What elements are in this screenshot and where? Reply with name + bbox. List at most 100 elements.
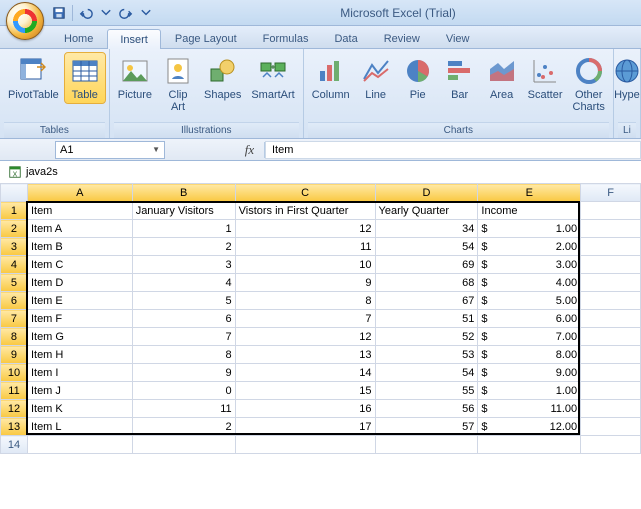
cell[interactable]: Item K [27,400,132,418]
office-button[interactable] [6,2,44,40]
col-header-B[interactable]: B [132,184,235,202]
scatter-chart-button[interactable]: Scatter [524,53,567,103]
cell[interactable]: 51 [375,310,478,328]
cell[interactable]: 68 [375,274,478,292]
cell[interactable] [581,436,641,454]
cell[interactable]: Item F [27,310,132,328]
cell[interactable]: 67 [375,292,478,310]
row-header-6[interactable]: 6 [1,292,28,310]
shapes-button[interactable]: Shapes [200,53,245,103]
cell[interactable]: 0 [132,382,235,400]
picture-button[interactable]: Picture [114,53,156,103]
cell[interactable]: 11 [235,238,375,256]
cell[interactable]: 34 [375,220,478,238]
cell[interactable]: 57 [375,418,478,436]
save-button[interactable] [50,4,68,22]
cell[interactable]: $5.00 [478,292,581,310]
undo-button[interactable] [77,4,95,22]
tab-review[interactable]: Review [372,29,432,48]
cell[interactable]: 2 [132,418,235,436]
cell[interactable]: Item G [27,328,132,346]
cell[interactable]: Item A [27,220,132,238]
cell[interactable]: 14 [235,364,375,382]
row-header-4[interactable]: 4 [1,256,28,274]
cell[interactable]: Item E [27,292,132,310]
cell[interactable]: January Visitors [132,202,235,220]
row-header-12[interactable]: 12 [1,400,28,418]
cell[interactable] [581,382,641,400]
pivottable-button[interactable]: PivotTable [4,53,63,103]
cell[interactable]: 69 [375,256,478,274]
cell[interactable]: Yearly Quarter [375,202,478,220]
row-header-1[interactable]: 1 [1,202,28,220]
cell[interactable]: 6 [132,310,235,328]
formula-input[interactable]: Item [265,141,641,159]
row-header-10[interactable]: 10 [1,364,28,382]
cell[interactable]: $8.00 [478,346,581,364]
cell[interactable]: 54 [375,238,478,256]
worksheet[interactable]: ABCDEF1ItemJanuary VisitorsVistors in Fi… [0,183,641,454]
cell[interactable]: $1.00 [478,220,581,238]
cell[interactable]: Vistors in First Quarter [235,202,375,220]
cell[interactable] [478,436,581,454]
cell[interactable]: 8 [235,292,375,310]
col-header-E[interactable]: E [478,184,581,202]
cell[interactable]: Item H [27,346,132,364]
cell[interactable]: 15 [235,382,375,400]
cell[interactable]: Item [27,202,132,220]
cell[interactable]: $11.00 [478,400,581,418]
hyperlink-button[interactable]: Hype [607,53,641,103]
cell[interactable]: 10 [235,256,375,274]
cell[interactable]: Item L [27,418,132,436]
col-header-D[interactable]: D [375,184,478,202]
cell[interactable]: 54 [375,364,478,382]
cell[interactable] [581,346,641,364]
clipart-button[interactable]: ClipArt [158,53,198,115]
cell[interactable] [581,238,641,256]
cell[interactable]: $1.00 [478,382,581,400]
col-header-A[interactable]: A [27,184,132,202]
cell[interactable] [581,220,641,238]
cell[interactable] [235,436,375,454]
tab-page-layout[interactable]: Page Layout [163,29,249,48]
bar-chart-button[interactable]: Bar [440,53,480,103]
fx-icon[interactable]: fx [235,142,265,158]
cell[interactable]: Item D [27,274,132,292]
cell[interactable] [581,328,641,346]
smartart-button[interactable]: SmartArt [247,53,298,103]
cell[interactable] [132,436,235,454]
cell[interactable] [581,364,641,382]
cell[interactable]: 52 [375,328,478,346]
cell[interactable]: 5 [132,292,235,310]
row-header-7[interactable]: 7 [1,310,28,328]
cell[interactable]: 7 [132,328,235,346]
cell[interactable]: 9 [235,274,375,292]
undo-dropdown[interactable] [97,4,115,22]
cell[interactable]: $7.00 [478,328,581,346]
cell[interactable]: $4.00 [478,274,581,292]
tab-view[interactable]: View [434,29,482,48]
cell[interactable]: 56 [375,400,478,418]
tab-data[interactable]: Data [322,29,369,48]
cell[interactable]: $6.00 [478,310,581,328]
row-header-8[interactable]: 8 [1,328,28,346]
cell[interactable]: 55 [375,382,478,400]
cell[interactable]: Item J [27,382,132,400]
row-header-13[interactable]: 13 [1,418,28,436]
row-header-3[interactable]: 3 [1,238,28,256]
cell[interactable]: $9.00 [478,364,581,382]
cell[interactable]: 12 [235,328,375,346]
area-chart-button[interactable]: Area [482,53,522,103]
row-header-2[interactable]: 2 [1,220,28,238]
cell[interactable]: 3 [132,256,235,274]
cell[interactable] [581,418,641,436]
qat-customize[interactable] [137,4,155,22]
cell[interactable] [581,292,641,310]
cell[interactable]: 2 [132,238,235,256]
column-chart-button[interactable]: Column [308,53,354,103]
cell[interactable] [581,256,641,274]
cell[interactable] [375,436,478,454]
cell[interactable]: 12 [235,220,375,238]
row-header-5[interactable]: 5 [1,274,28,292]
chevron-down-icon[interactable]: ▼ [152,145,160,154]
